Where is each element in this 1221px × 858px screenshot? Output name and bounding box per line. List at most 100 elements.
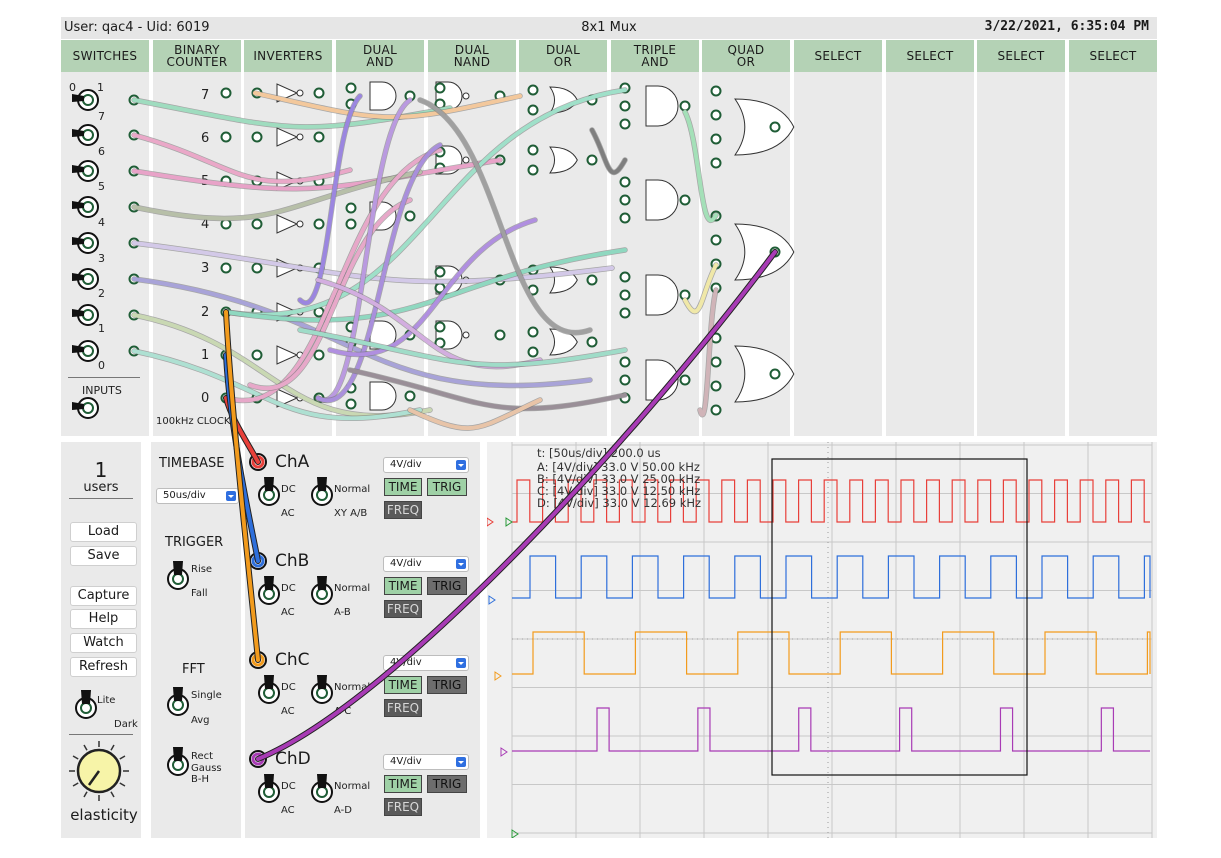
coupling-off-label: AC — [281, 607, 295, 618]
theme-off-label: Dark — [114, 719, 138, 730]
watch-button[interactable]: Watch — [70, 633, 137, 653]
divider — [68, 377, 140, 378]
switch-number: 6 — [98, 145, 105, 158]
coupling-off-label: AC — [281, 706, 295, 717]
dropdown-arrow-icon — [456, 559, 466, 569]
channel-d-trig-button[interactable]: TRIG — [427, 775, 467, 793]
timebase-panel: TIMEBASE 50us/div TRIGGER Rise Fall FFT … — [151, 442, 241, 838]
counter-bit-label: 4 — [201, 217, 210, 232]
channel-a-time-button[interactable]: TIME — [384, 478, 422, 496]
scope-readout-d: D: [4V/div] 33.0 V 12.69 kHz — [537, 496, 701, 510]
column-header: SELECT — [794, 40, 882, 72]
mode-off-label: A-D — [334, 805, 352, 816]
channel-d-freq-button[interactable]: FREQ — [384, 798, 422, 816]
column-header: SELECT — [977, 40, 1065, 72]
mode-on-label: Normal — [334, 484, 371, 495]
counter-bit-label: 1 — [201, 348, 210, 363]
coupling-on-label: DC — [281, 781, 296, 792]
channel-c-marker-icon[interactable] — [494, 671, 502, 681]
channel-c-time-button[interactable]: TIME — [384, 676, 422, 694]
fft-on-label: Single — [191, 690, 222, 701]
column-select-2: SELECT — [886, 40, 974, 436]
refresh-button[interactable]: Refresh — [70, 657, 137, 677]
switch-number: 5 — [98, 180, 105, 193]
channel-b-marker-icon[interactable] — [488, 595, 496, 605]
channel-d-scale-select[interactable]: 4V/div — [383, 754, 469, 770]
users-panel: 1 users Load Save Capture Help Watch Ref… — [61, 442, 141, 838]
channel-a-marker-icon[interactable] — [487, 517, 494, 527]
trigger-off-label: Fall — [191, 588, 208, 599]
channel-c-freq-button[interactable]: FREQ — [384, 699, 422, 717]
load-button[interactable]: Load — [70, 522, 137, 542]
column-header: BINARY COUNTER — [153, 40, 241, 72]
trigger-on-label: Rise — [191, 564, 213, 575]
fft-window-bh-label: B-H — [191, 774, 209, 785]
dropdown-arrow-icon — [456, 460, 466, 470]
switch-number: 3 — [98, 252, 105, 265]
capture-button[interactable]: Capture — [70, 586, 137, 606]
oscilloscope-screen[interactable]: t: [50us/div] 200.0 us A: [4V/div] 33.0 … — [487, 442, 1157, 838]
column-dual-or: DUAL OR — [519, 40, 607, 436]
column-dual-nand: DUAL NAND — [428, 40, 516, 436]
mode-off-label: XY A/B — [334, 508, 368, 519]
channel-c-scale-select[interactable]: 4V/div — [383, 655, 469, 671]
divider — [69, 498, 133, 499]
top-bar: User: qac4 - Uid: 6019 8x1 Mux 3/22/2021… — [61, 17, 1157, 39]
switch-number: 1 — [98, 322, 105, 335]
fft-window-rect-label: Rect — [191, 751, 214, 762]
help-button[interactable]: Help — [70, 609, 137, 629]
counter-bit-label: 0 — [201, 391, 210, 406]
users-count: 1 — [94, 458, 108, 482]
channel-b-trig-button[interactable]: TRIG — [427, 577, 467, 595]
switch-number: 2 — [98, 287, 105, 300]
column-header: INVERTERS — [244, 40, 332, 72]
channel-d-label: ChD — [275, 749, 311, 769]
channel-d-marker-icon[interactable] — [500, 747, 508, 757]
mode-off-label: A-B — [334, 607, 351, 618]
channel-c-label: ChC — [275, 650, 310, 670]
users-label: users — [83, 480, 119, 495]
channel-a-freq-button[interactable]: FREQ — [384, 501, 422, 519]
timebase-select[interactable]: 50us/div — [156, 488, 239, 504]
scope-waveforms — [512, 479, 1151, 752]
trigger-marker-icon[interactable] — [505, 517, 513, 527]
channel-b-freq-button[interactable]: FREQ — [384, 600, 422, 618]
column-binary-counter: BINARY COUNTER — [153, 40, 241, 436]
coupling-on-label: DC — [281, 583, 296, 594]
mode-off-label: A-C — [334, 706, 352, 717]
counter-bit-label: 5 — [201, 174, 210, 189]
channel-a-trig-button[interactable]: TRIG — [427, 478, 467, 496]
column-header: DUAL NAND — [428, 40, 516, 72]
counter-bit-label: 3 — [201, 261, 210, 276]
column-header: QUAD OR — [702, 40, 790, 72]
coupling-off-label: AC — [281, 508, 295, 519]
mode-on-label: Normal — [334, 781, 371, 792]
column-header: SELECT — [886, 40, 974, 72]
inputs-label: INPUTS — [82, 384, 122, 397]
knob-label: elasticity — [70, 806, 138, 824]
counter-bit-label: 2 — [201, 305, 210, 320]
waveform-c — [512, 631, 1151, 675]
fft-window-gauss-label: Gauss — [191, 763, 222, 774]
column-header: SWITCHES — [61, 40, 149, 72]
divider — [69, 734, 133, 735]
channels-panel: ChA 4V/div DC AC Normal XY A/B TIME TRIG… — [245, 442, 480, 838]
channel-b-scale-select[interactable]: 4V/div — [383, 556, 469, 572]
coupling-off-label: AC — [281, 805, 295, 816]
timebase-title: TIMEBASE — [159, 456, 225, 471]
channel-b-time-button[interactable]: TIME — [384, 577, 422, 595]
save-button[interactable]: Save — [70, 546, 137, 566]
time-marker-icon[interactable] — [511, 829, 519, 838]
dropdown-arrow-icon — [456, 757, 466, 767]
counter-bit-label: 6 — [201, 131, 210, 146]
waveform-b — [512, 555, 1151, 599]
channel-a-scale-select[interactable]: 4V/div — [383, 457, 469, 473]
switch-number: 0 — [98, 359, 105, 372]
channel-a-label: ChA — [275, 452, 310, 472]
channel-d-time-button[interactable]: TIME — [384, 775, 422, 793]
channel-c-trig-button[interactable]: TRIG — [427, 676, 467, 694]
channel-b-label: ChB — [275, 551, 310, 571]
column-select-3: SELECT — [977, 40, 1065, 436]
scope-readout-time: t: [50us/div] 200.0 us — [537, 446, 661, 460]
counter-bit-label: 7 — [201, 88, 210, 103]
